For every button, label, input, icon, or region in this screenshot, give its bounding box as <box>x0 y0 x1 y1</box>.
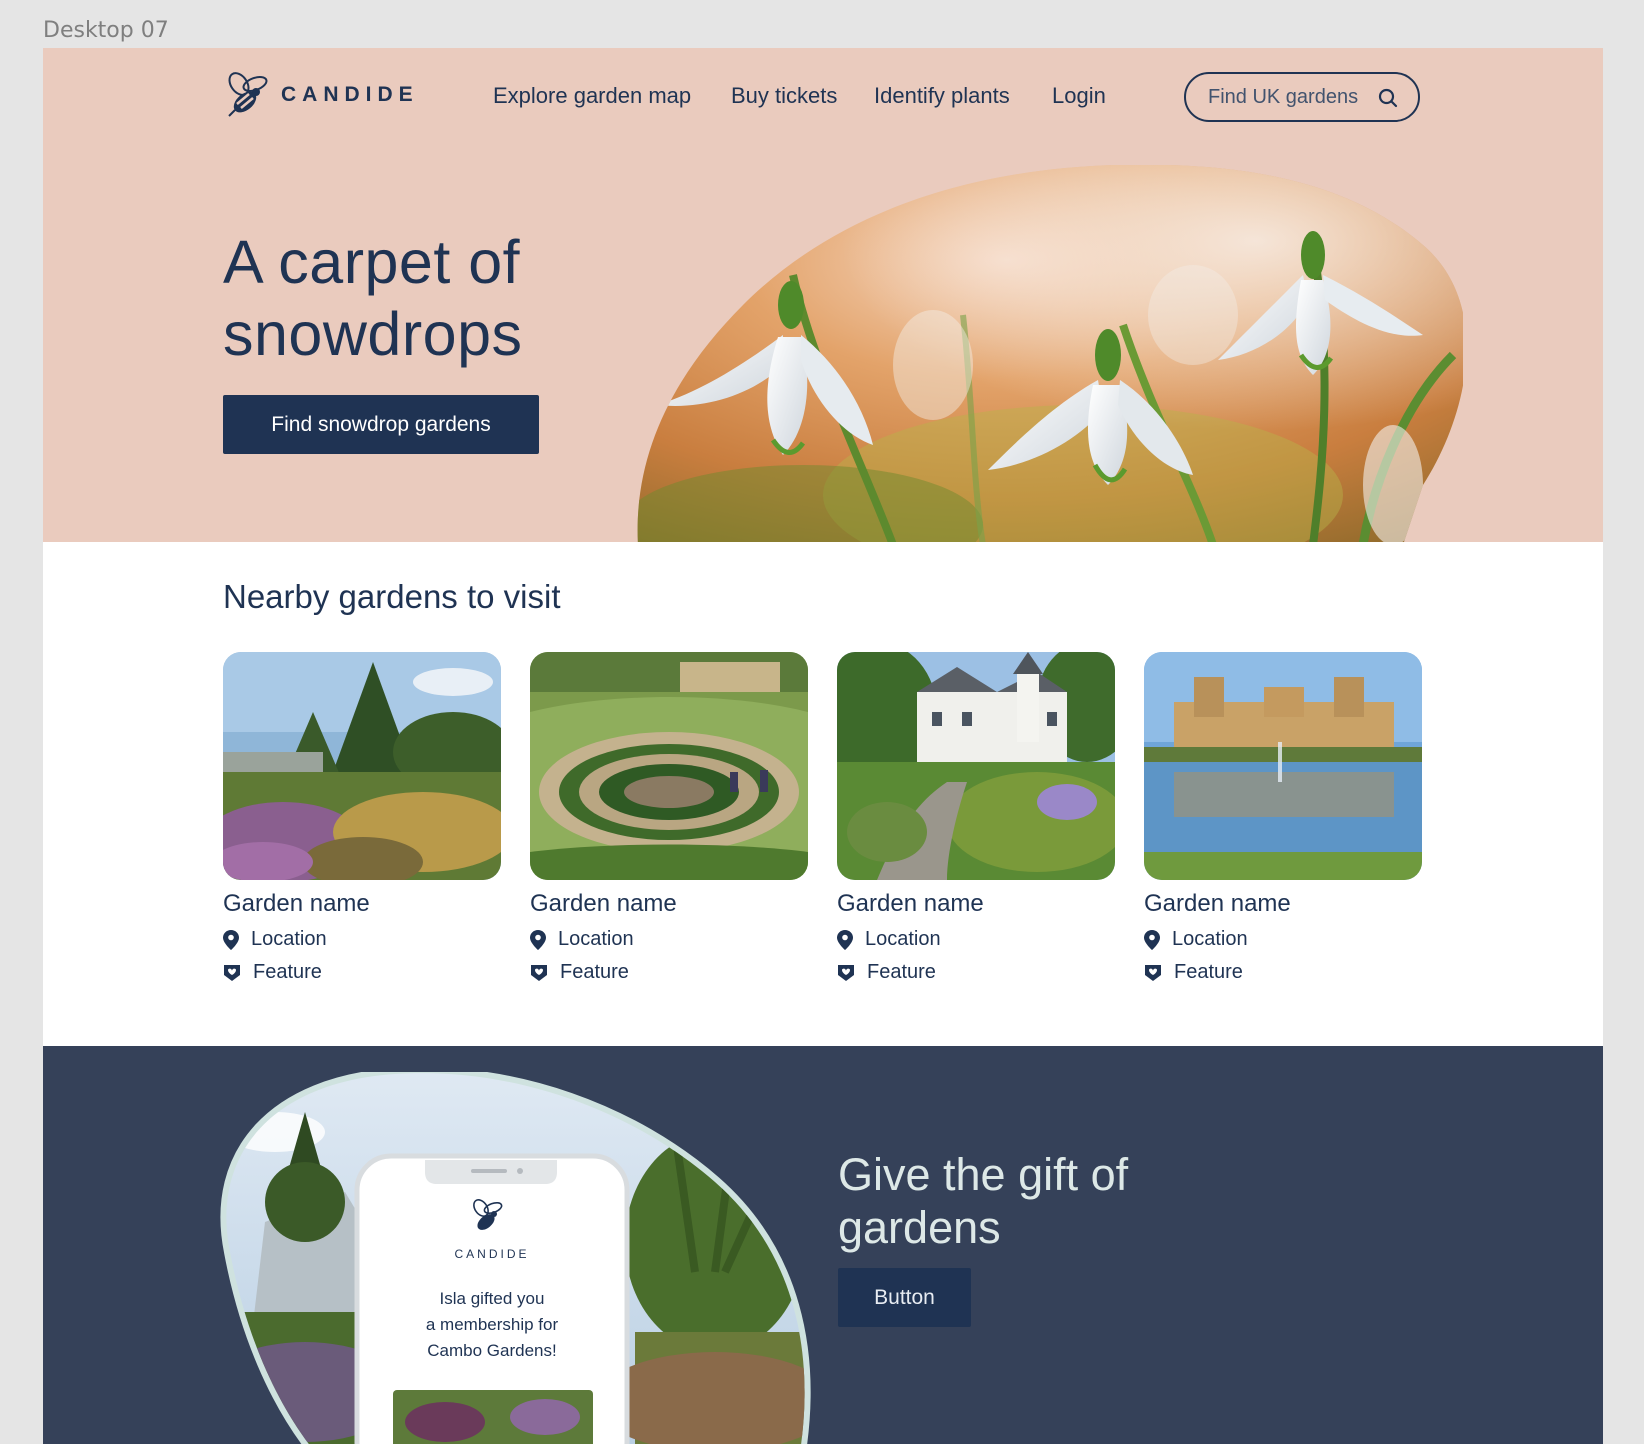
map-pin-icon <box>1144 929 1160 950</box>
shield-badge-icon <box>838 964 854 981</box>
hero-section: CANDIDE Explore garden map Buy tickets I… <box>43 48 1603 542</box>
garden-card[interactable]: Garden name Location Feature <box>837 652 1115 984</box>
gift-button[interactable]: Button <box>838 1268 971 1327</box>
garden-location: Location <box>223 928 501 951</box>
frame-label: Desktop 07 <box>43 18 169 43</box>
map-pin-icon <box>837 929 853 950</box>
gift-section: CANDIDE Isla gifted you a membership for… <box>43 1046 1603 1444</box>
feature-label: Feature <box>867 961 936 983</box>
garden-feature: Feature <box>1144 961 1422 984</box>
snowdrop-flowers-photo <box>637 165 1463 542</box>
brand-name: CANDIDE <box>281 83 419 106</box>
nearby-gardens-title: Nearby gardens to visit <box>223 578 561 615</box>
shield-badge-icon <box>531 964 547 981</box>
feature-label: Feature <box>560 961 629 983</box>
garden-location: Location <box>1144 928 1422 951</box>
nav-buy-tickets[interactable]: Buy tickets <box>731 83 837 109</box>
phone-message-line2: a membership for <box>426 1315 559 1334</box>
garden-name: Garden name <box>530 890 677 917</box>
nav-explore-garden-map[interactable]: Explore garden map <box>493 83 691 109</box>
garden-feature: Feature <box>837 961 1115 984</box>
hero-title-line2: snowdrops <box>223 300 523 368</box>
shield-badge-icon <box>1145 964 1161 981</box>
location-label: Location <box>251 928 327 950</box>
feature-label: Feature <box>253 961 322 983</box>
garden-card[interactable]: Garden name Location Feature <box>530 652 808 984</box>
find-snowdrop-gardens-button[interactable]: Find snowdrop gardens <box>223 395 539 454</box>
garden-name: Garden name <box>223 890 370 917</box>
woodland-garden-photo <box>223 652 501 880</box>
page: CANDIDE Explore garden map Buy tickets I… <box>43 48 1603 1444</box>
nav-identify-plants[interactable]: Identify plants <box>874 83 1010 109</box>
garden-name: Garden name <box>837 890 984 917</box>
map-pin-icon <box>223 929 239 950</box>
garden-location: Location <box>530 928 808 951</box>
location-label: Location <box>1172 928 1248 950</box>
phone-message-line1: Isla gifted you <box>440 1289 545 1308</box>
search-icon <box>1378 88 1398 108</box>
hero-title: A carpet of snowdrops <box>223 226 643 370</box>
gift-title-line2: gardens <box>838 1202 1001 1253</box>
palace-water-garden-photo <box>1144 652 1422 880</box>
search-label: Find UK gardens <box>1208 85 1359 108</box>
garden-feature: Feature <box>223 961 501 984</box>
phone-brand: CANDIDE <box>454 1247 529 1261</box>
location-label: Location <box>865 928 941 950</box>
garden-card[interactable]: Garden name Location Feature <box>223 652 501 984</box>
gift-title: Give the gift of gardens <box>838 1148 1218 1254</box>
gift-phone-illustration: CANDIDE Isla gifted you a membership for… <box>220 1072 811 1444</box>
gift-title-line1: Give the gift of <box>838 1149 1129 1200</box>
hero-title-line1: A carpet of <box>223 228 521 296</box>
shield-badge-icon <box>224 964 240 981</box>
garden-feature: Feature <box>530 961 808 984</box>
phone-message-line3: Cambo Gardens! <box>427 1341 556 1360</box>
find-uk-gardens-button[interactable]: Find UK gardens <box>1184 72 1420 122</box>
garden-location: Location <box>837 928 1115 951</box>
castle-garden-photo <box>837 652 1115 880</box>
nav-login[interactable]: Login <box>1052 83 1106 109</box>
brand-logo[interactable]: CANDIDE <box>223 70 419 120</box>
location-label: Location <box>558 928 634 950</box>
walled-garden-terraces-photo <box>530 652 808 880</box>
map-pin-icon <box>530 929 546 950</box>
bee-icon <box>228 72 268 117</box>
garden-name: Garden name <box>1144 890 1291 917</box>
feature-label: Feature <box>1174 961 1243 983</box>
garden-card[interactable]: Garden name Location Feature <box>1144 652 1422 984</box>
